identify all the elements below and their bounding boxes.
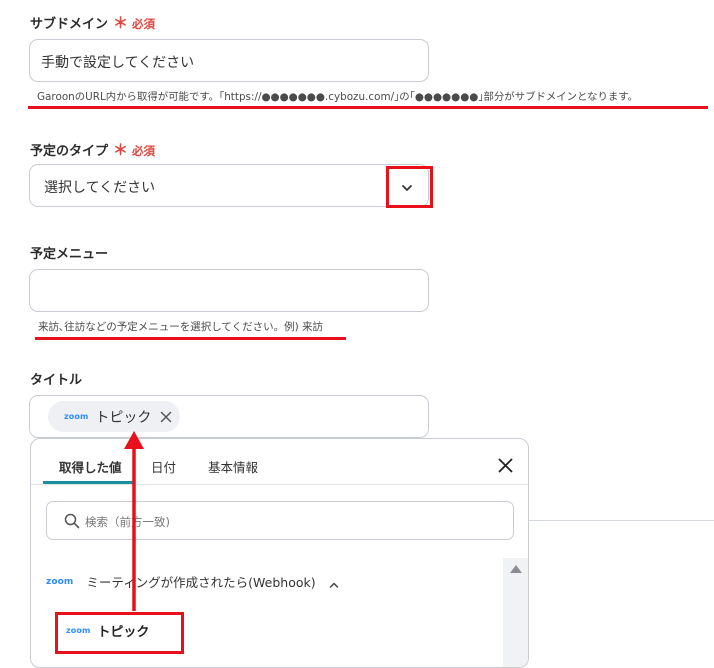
- annotation-underline: [35, 337, 346, 340]
- chevron-down-icon[interactable]: [400, 180, 414, 194]
- annotation-box: [55, 612, 184, 654]
- required-mark: ＊: [113, 141, 129, 159]
- chevron-up-icon: [328, 576, 340, 588]
- schedule-menu-field[interactable]: [29, 269, 429, 312]
- required-badge: 必須: [132, 17, 156, 31]
- schedule-menu-label: 予定メニュー: [30, 247, 109, 262]
- subdomain-help: GaroonのURL内から取得が可能です。｢https://●●●●●●●.cy…: [37, 91, 639, 103]
- group-label: ミーティングが作成されたら(Webhook): [86, 575, 316, 590]
- title-label: タイトル: [30, 373, 83, 388]
- search-placeholder: 検索（前方一致): [85, 515, 170, 529]
- search-icon: [64, 513, 80, 529]
- zoom-logo-icon: zoom: [64, 412, 89, 421]
- schedule-type-label: 予定のタイプ＊必須: [30, 141, 156, 159]
- subdomain-field[interactable]: 手動で設定してください: [29, 39, 429, 82]
- schedule-type-select[interactable]: 選択してください: [29, 164, 429, 207]
- variable-chip[interactable]: zoom トピック: [48, 401, 181, 432]
- divider: [528, 520, 714, 521]
- schedule-menu-help: 来訪､往訪などの予定メニューを選択してください。例) 来訪: [38, 321, 324, 333]
- tab-basic-info[interactable]: 基本情報: [208, 457, 258, 476]
- scroll-up-arrow-icon[interactable]: [509, 564, 523, 574]
- tab-date[interactable]: 日付: [151, 457, 176, 476]
- tabs-divider: [31, 484, 528, 485]
- tab-acquired-values[interactable]: 取得した値: [59, 457, 122, 476]
- subdomain-label: サブドメイン＊必須: [30, 14, 156, 32]
- annotation-underline: [28, 106, 708, 109]
- close-icon[interactable]: [498, 458, 513, 473]
- subdomain-value: 手動で設定してください: [41, 55, 195, 71]
- search-input[interactable]: 検索（前方一致): [46, 501, 514, 540]
- scrollbar[interactable]: [503, 558, 528, 667]
- group-header[interactable]: zoom ミーティングが作成されたら(Webhook): [46, 572, 340, 591]
- close-icon[interactable]: [160, 411, 172, 423]
- schedule-type-value: 選択してください: [44, 180, 156, 196]
- required-badge: 必須: [132, 144, 156, 158]
- zoom-logo-icon: zoom: [46, 576, 74, 587]
- chip-label: トピック: [95, 409, 152, 426]
- required-mark: ＊: [113, 14, 129, 32]
